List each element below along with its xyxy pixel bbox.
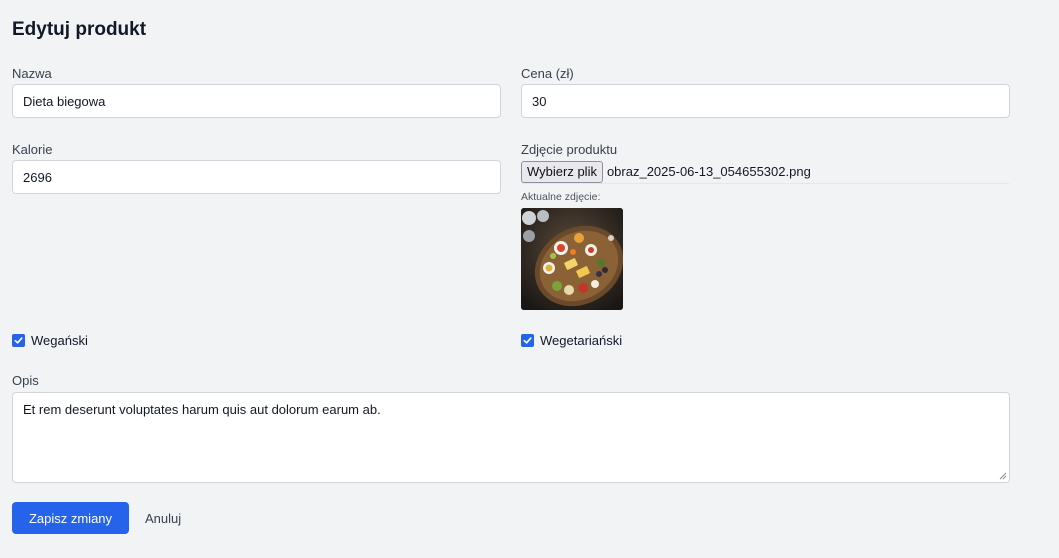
name-input[interactable]	[12, 84, 501, 118]
photo-label: Zdjęcie produktu	[521, 142, 618, 157]
calories-input[interactable]	[12, 160, 501, 194]
checkmark-icon	[523, 337, 532, 344]
checkmark-icon	[14, 337, 23, 344]
save-button[interactable]: Zapisz zmiany	[12, 502, 129, 534]
description-textarea[interactable]: Et rem deserunt voluptates harum quis au…	[12, 392, 1010, 483]
resize-handle-icon[interactable]	[998, 471, 1007, 480]
cancel-link[interactable]: Anuluj	[145, 511, 181, 526]
food-platter-image	[521, 208, 623, 310]
vegetarian-label: Wegetariański	[540, 333, 623, 348]
name-label: Nazwa	[12, 66, 52, 81]
price-label: Cena (zł)	[521, 66, 574, 81]
page-title: Edytuj produkt	[12, 19, 147, 40]
vegetarian-checkbox-row[interactable]: Wegetariański	[521, 333, 622, 348]
vegan-label: Wegański	[31, 333, 88, 348]
product-photo-thumbnail	[521, 208, 623, 310]
description-text: Et rem deserunt voluptates harum quis au…	[23, 402, 381, 417]
choose-file-button[interactable]: Wybierz plik	[521, 160, 603, 183]
vegan-checkbox[interactable]	[12, 334, 25, 347]
vegetarian-checkbox[interactable]	[521, 334, 534, 347]
vegan-checkbox-row[interactable]: Wegański	[12, 333, 88, 348]
file-name: obraz_2025-06-13_054655302.png	[606, 164, 811, 179]
description-label: Opis	[12, 373, 39, 388]
calories-label: Kalorie	[12, 142, 53, 157]
price-input[interactable]	[521, 84, 1010, 118]
current-photo-label: Aktualne zdjęcie:	[521, 191, 601, 203]
file-input[interactable]: Wybierz plik obraz_2025-06-13_054655302.…	[521, 160, 1009, 184]
